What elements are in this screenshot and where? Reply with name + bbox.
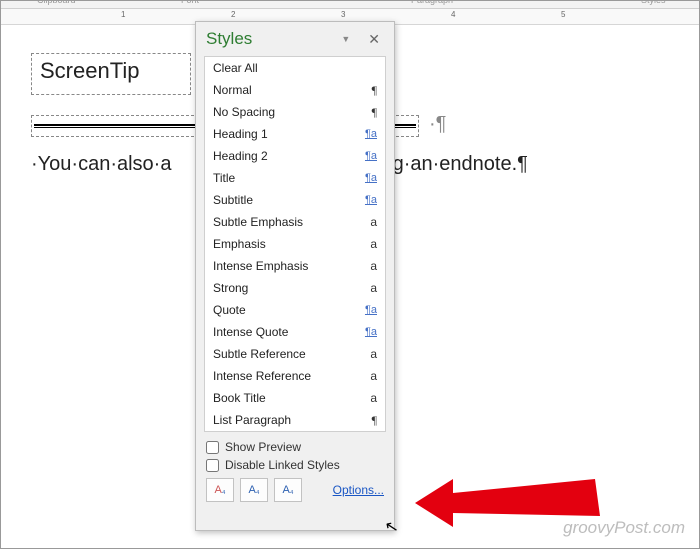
- ribbon-group-clipboard: Clipboard: [37, 0, 76, 5]
- style-item-normal[interactable]: Normal¶: [205, 79, 385, 101]
- style-item-label: Intense Reference: [213, 369, 311, 383]
- styles-pane-header: Styles ▼ ✕: [196, 22, 394, 56]
- styles-pane-title: Styles: [206, 29, 252, 49]
- options-link[interactable]: Options...: [333, 483, 384, 497]
- disable-linked-checkbox[interactable]: Disable Linked Styles: [206, 458, 384, 472]
- style-item-intense-reference[interactable]: Intense Referencea: [205, 365, 385, 387]
- body-text-right: g·an·endnote.¶: [393, 153, 528, 175]
- style-item-heading-2[interactable]: Heading 2¶a: [205, 145, 385, 167]
- styles-pane-footer: Show Preview Disable Linked Styles A₄ A₄…: [196, 432, 394, 506]
- style-item-label: Emphasis: [213, 237, 266, 251]
- disable-linked-input[interactable]: [206, 459, 219, 472]
- manage-styles-button[interactable]: A₄: [274, 478, 302, 502]
- body-text-left: ·You·can·also·a: [31, 153, 171, 175]
- style-item-subtle-reference[interactable]: Subtle Referencea: [205, 343, 385, 365]
- style-item-book-title[interactable]: Book Titlea: [205, 387, 385, 409]
- style-item-label: Intense Quote: [213, 325, 288, 339]
- screentip-textbox[interactable]: ScreenTip: [31, 53, 191, 95]
- paragraph-mark: ·¶: [429, 113, 446, 136]
- style-item-label: Quote: [213, 303, 246, 317]
- style-item-strong[interactable]: Stronga: [205, 277, 385, 299]
- style-item-subtitle[interactable]: Subtitle¶a: [205, 189, 385, 211]
- style-item-label: No Spacing: [213, 105, 275, 119]
- ribbon-group-styles: Styles: [641, 0, 666, 5]
- new-style-button[interactable]: A₄: [206, 478, 234, 502]
- style-item-clear-all[interactable]: Clear All: [205, 57, 385, 79]
- pane-options-caret-icon[interactable]: ▼: [341, 34, 350, 44]
- close-icon[interactable]: ✕: [364, 31, 384, 48]
- watermark: groovyPost.com: [563, 518, 685, 538]
- ribbon-group-paragraph: Paragraph: [411, 0, 453, 5]
- show-preview-checkbox[interactable]: Show Preview: [206, 440, 384, 454]
- style-item-intense-quote[interactable]: Intense Quote¶a: [205, 321, 385, 343]
- style-item-intense-emphasis[interactable]: Intense Emphasisa: [205, 255, 385, 277]
- disable-linked-label: Disable Linked Styles: [225, 458, 340, 472]
- style-item-label: Intense Emphasis: [213, 259, 308, 273]
- style-item-label: Subtle Reference: [213, 347, 306, 361]
- style-item-heading-1[interactable]: Heading 1¶a: [205, 123, 385, 145]
- style-item-subtle-emphasis[interactable]: Subtle Emphasisa: [205, 211, 385, 233]
- show-preview-label: Show Preview: [225, 440, 301, 454]
- ribbon-strip: Clipboard Font Paragraph Styles: [1, 1, 699, 9]
- style-item-label: Normal: [213, 83, 252, 97]
- style-item-quote[interactable]: Quote¶a: [205, 299, 385, 321]
- style-item-label: List Paragraph: [213, 413, 291, 427]
- style-item-label: Subtle Emphasis: [213, 215, 303, 229]
- style-item-title[interactable]: Title¶a: [205, 167, 385, 189]
- styles-pane: Styles ▼ ✕ Clear AllNormal¶No Spacing¶He…: [195, 21, 395, 531]
- style-item-label: Heading 1: [213, 127, 268, 141]
- style-item-label: Clear All: [213, 61, 258, 75]
- styles-list[interactable]: Clear AllNormal¶No Spacing¶Heading 1¶aHe…: [204, 56, 386, 432]
- style-item-label: Book Title: [213, 391, 266, 405]
- show-preview-input[interactable]: [206, 441, 219, 454]
- style-item-label: Strong: [213, 281, 248, 295]
- style-item-label: Title: [213, 171, 235, 185]
- style-item-list-paragraph[interactable]: List Paragraph¶: [205, 409, 385, 431]
- style-item-emphasis[interactable]: Emphasisa: [205, 233, 385, 255]
- style-inspector-button[interactable]: A₄: [240, 478, 268, 502]
- style-item-label: Heading 2: [213, 149, 268, 163]
- style-item-label: Subtitle: [213, 193, 253, 207]
- style-item-no-spacing[interactable]: No Spacing¶: [205, 101, 385, 123]
- ribbon-group-font: Font: [181, 0, 199, 5]
